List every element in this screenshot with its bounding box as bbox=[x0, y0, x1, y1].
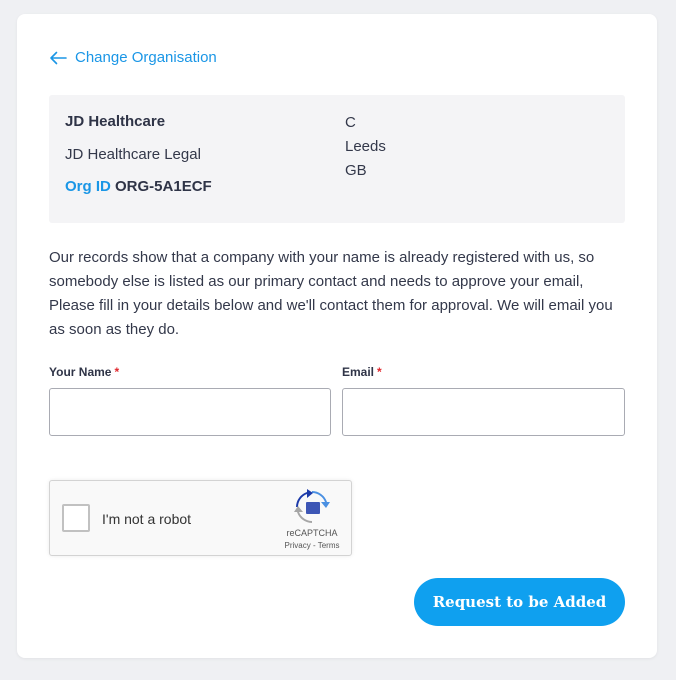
email-required-marker: * bbox=[377, 365, 382, 379]
recaptcha-brand: reCAPTCHA bbox=[286, 528, 338, 538]
name-input[interactable] bbox=[49, 388, 331, 436]
recaptcha-terms-link[interactable]: Privacy - Terms bbox=[272, 541, 352, 550]
email-field-label: Email * bbox=[342, 365, 382, 379]
registration-card: Change Organisation JD Healthcare JD Hea… bbox=[17, 14, 657, 658]
arrow-left-icon bbox=[50, 51, 67, 64]
name-label-text: Your Name bbox=[49, 365, 112, 379]
org-legal-name: JD Healthcare Legal bbox=[65, 146, 201, 163]
recaptcha-label: I'm not a robot bbox=[102, 511, 192, 527]
email-input[interactable] bbox=[342, 388, 625, 436]
name-field-label: Your Name * bbox=[49, 365, 119, 379]
email-label-text: Email bbox=[342, 365, 375, 379]
org-id-value: ORG-5A1ECF bbox=[115, 178, 212, 195]
registration-message: Our records show that a company with you… bbox=[49, 249, 613, 338]
org-address-line-1: C bbox=[345, 114, 356, 131]
recaptcha-widget: I'm not a robot reCAPTCHA Privacy - Term… bbox=[49, 480, 352, 556]
recaptcha-checkbox[interactable] bbox=[62, 504, 90, 532]
org-name: JD Healthcare bbox=[65, 113, 166, 130]
org-id-label: Org ID bbox=[65, 178, 111, 195]
request-to-be-added-button[interactable]: Request to be Added bbox=[414, 578, 625, 626]
name-required-marker: * bbox=[114, 365, 120, 379]
organisation-summary: JD Healthcare JD Healthcare Legal Org ID… bbox=[49, 95, 625, 223]
change-organisation-label: Change Organisation bbox=[75, 49, 217, 66]
org-address-country: GB bbox=[345, 162, 367, 179]
recaptcha-logo-icon bbox=[294, 489, 330, 523]
change-organisation-link[interactable]: Change Organisation bbox=[49, 49, 217, 66]
org-address-city: Leeds bbox=[345, 138, 386, 155]
org-id: Org ID ORG-5A1ECF bbox=[65, 178, 212, 195]
